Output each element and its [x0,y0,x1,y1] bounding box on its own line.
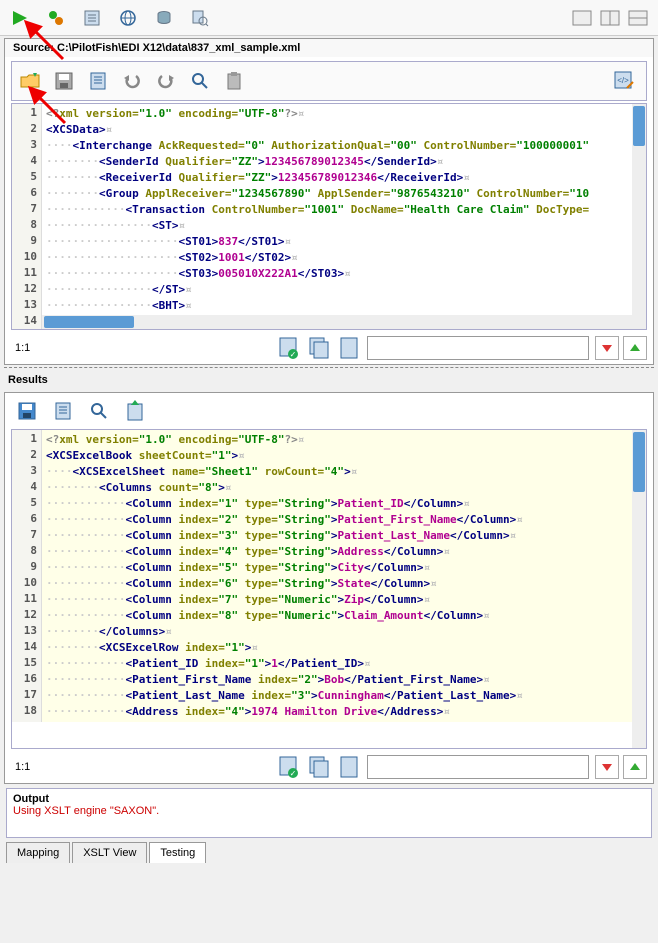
undo-icon[interactable] [120,69,144,93]
output-text: Using XSLT engine "SAXON". [13,805,645,817]
search-icon[interactable] [188,69,212,93]
source-path: C:\PilotFish\EDI X12\data\837_xml_sample… [57,42,300,54]
output-panel: Output Using XSLT engine "SAXON". [6,788,652,838]
globe-icon[interactable] [116,6,140,30]
nav-down-icon[interactable] [595,336,619,360]
source-cursor-pos: 1:1 [11,342,271,354]
source-code-editor[interactable]: 1234567891011121314 <?xml version="1.0" … [11,103,647,330]
tab-mapping[interactable]: Mapping [6,842,70,863]
source-scrollbar-v[interactable] [632,104,646,329]
open-file-icon[interactable] [18,69,42,93]
tab-testing[interactable]: Testing [149,842,206,863]
main-toolbar [0,0,658,36]
layout-split-h-icon[interactable] [598,6,622,30]
edit-xml-icon[interactable]: </> [612,69,636,93]
results-code-viewer[interactable]: 123456789101112131415161718 <?xml versio… [11,429,647,749]
results-validate-ok-icon[interactable]: ✓ [277,755,301,779]
db-icon[interactable] [152,6,176,30]
source-panel: Source: C:\PilotFish\EDI X12\data\837_xm… [4,38,654,365]
svg-text:</>: </> [617,76,629,85]
results-search-icon[interactable] [87,399,111,423]
results-doc-copy-icon[interactable] [307,755,331,779]
doc-copy-icon[interactable] [307,336,331,360]
source-label: Source: [13,42,57,54]
results-scrollbar-v[interactable] [632,430,646,748]
source-scrollbar-h[interactable] [42,315,632,329]
bottom-tabs: Mapping XSLT View Testing [0,842,658,863]
notes-icon[interactable] [80,6,104,30]
source-editor-toolbar: </> [11,61,647,101]
redo-icon[interactable] [154,69,178,93]
tab-xslt-view[interactable]: XSLT View [72,842,147,863]
svg-text:✓: ✓ [290,769,297,778]
results-title: Results [0,370,658,390]
source-status-row: 1:1 ✓ [5,332,653,364]
panel-separator[interactable] [4,367,654,368]
results-nav-down-icon[interactable] [595,755,619,779]
results-doc-plain-icon[interactable] [337,755,361,779]
results-export-icon[interactable] [123,399,147,423]
validate-ok-icon[interactable]: ✓ [277,336,301,360]
results-panel: 123456789101112131415161718 <?xml versio… [4,392,654,784]
results-doc-icon[interactable] [51,399,75,423]
output-title: Output [13,793,645,805]
results-cursor-pos: 1:1 [11,761,271,773]
gears-icon[interactable] [44,6,68,30]
document-icon[interactable] [86,69,110,93]
results-nav-up-icon[interactable] [623,755,647,779]
results-status-row: 1:1 ✓ [5,751,653,783]
layout-single-icon[interactable] [570,6,594,30]
preview-icon[interactable] [188,6,212,30]
layout-split-v-icon[interactable] [626,6,650,30]
svg-text:✓: ✓ [290,350,297,359]
nav-up-icon[interactable] [623,336,647,360]
results-save-icon[interactable] [15,399,39,423]
source-search-input[interactable] [367,336,589,360]
clipboard-icon[interactable] [222,69,246,93]
run-button[interactable] [8,6,32,30]
save-icon[interactable] [52,69,76,93]
source-title: Source: C:\PilotFish\EDI X12\data\837_xm… [5,39,653,57]
doc-plain-icon[interactable] [337,336,361,360]
results-toolbar [5,393,653,429]
results-search-input[interactable] [367,755,589,779]
